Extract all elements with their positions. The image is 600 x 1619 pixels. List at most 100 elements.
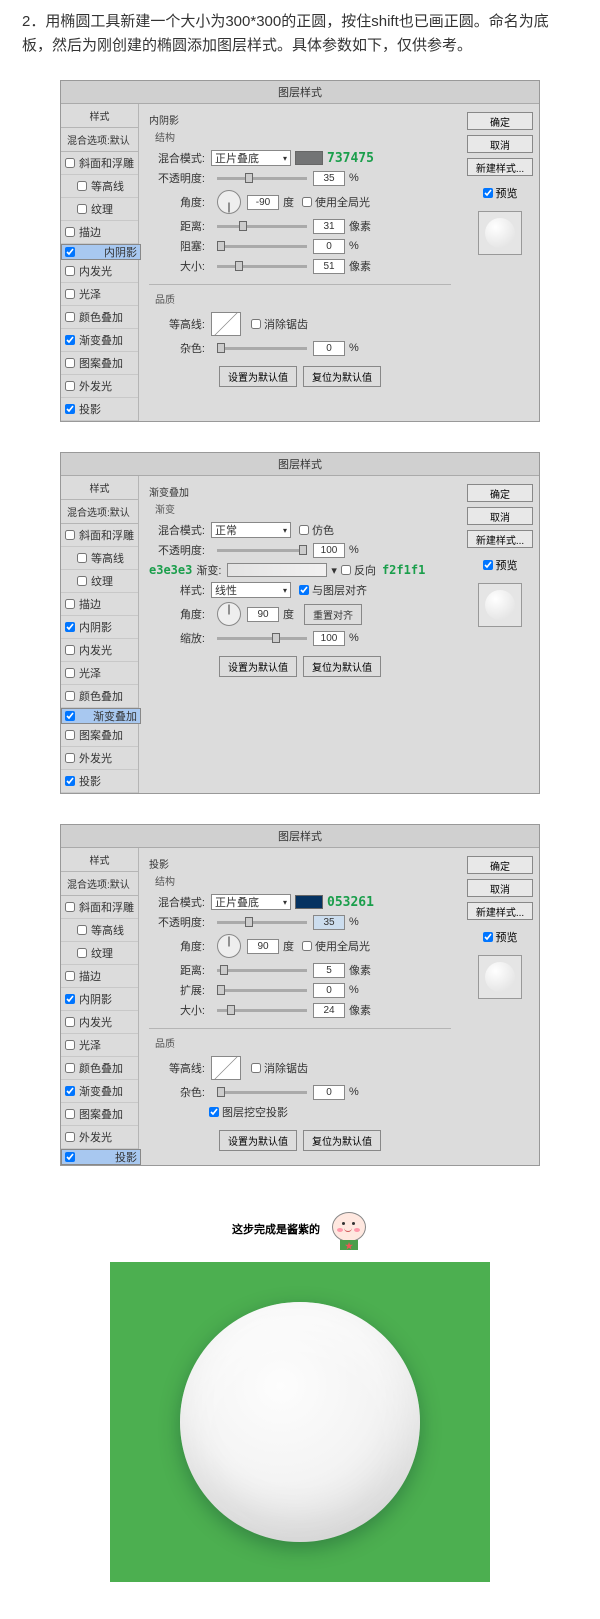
antialias-check[interactable] [251,1063,261,1073]
ok-button[interactable]: 确定 [467,112,533,130]
reset-default-button[interactable]: 复位为默认值 [303,1130,381,1151]
style-inner-shadow[interactable]: 内阴影 [61,244,141,260]
dither-check[interactable] [299,525,309,535]
style-texture[interactable]: 纹理 [61,570,138,593]
angle-dial[interactable] [217,602,241,626]
choke-input[interactable]: 0 [313,239,345,254]
opacity-slider[interactable] [217,177,307,180]
new-style-button[interactable]: 新建样式... [467,158,533,176]
style-outer-glow[interactable]: 外发光 [61,747,138,770]
styles-header[interactable]: 样式 [61,476,138,500]
noise-slider[interactable] [217,347,307,350]
contour-picker[interactable] [211,312,241,336]
style-satin[interactable]: 光泽 [61,283,138,306]
size-input[interactable]: 51 [313,259,345,274]
opacity-slider[interactable] [217,549,307,552]
style-gradient-overlay[interactable]: 渐变叠加 [61,708,141,724]
blend-mode-select[interactable]: 正常▾ [211,522,291,538]
style-bevel[interactable]: 斜面和浮雕 [61,896,138,919]
style-drop-shadow[interactable]: 投影 [61,1149,141,1165]
blend-options[interactable]: 混合选项:默认 [61,128,138,152]
size-slider[interactable] [217,1009,307,1012]
style-pattern-overlay[interactable]: 图案叠加 [61,1103,138,1126]
style-inner-shadow[interactable]: 内阴影 [61,616,138,639]
style-contour[interactable]: 等高线 [61,547,138,570]
size-slider[interactable] [217,265,307,268]
blend-options[interactable]: 混合选项:默认 [61,500,138,524]
style-contour[interactable]: 等高线 [61,919,138,942]
style-inner-glow[interactable]: 内发光 [61,639,138,662]
distance-input[interactable]: 5 [313,963,345,978]
style-inner-shadow[interactable]: 内阴影 [61,988,138,1011]
reset-default-button[interactable]: 复位为默认值 [303,656,381,677]
style-drop-shadow[interactable]: 投影 [61,398,138,421]
style-drop-shadow[interactable]: 投影 [61,770,138,793]
opacity-input[interactable]: 35 [313,915,345,930]
opacity-input[interactable]: 100 [313,543,345,558]
angle-input[interactable]: -90 [247,195,279,210]
style-gradient-overlay[interactable]: 渐变叠加 [61,1080,138,1103]
reset-default-button[interactable]: 复位为默认值 [303,366,381,387]
style-texture[interactable]: 纹理 [61,198,138,221]
angle-input[interactable]: 90 [247,939,279,954]
gradient-picker[interactable] [227,563,327,577]
preview-check[interactable] [483,560,493,570]
antialias-check[interactable] [251,319,261,329]
noise-input[interactable]: 0 [313,341,345,356]
spread-input[interactable]: 0 [313,983,345,998]
style-satin[interactable]: 光泽 [61,662,138,685]
angle-dial[interactable] [217,934,241,958]
cancel-button[interactable]: 取消 [467,879,533,897]
blend-mode-select[interactable]: 正片叠底▾ [211,894,291,910]
opacity-input[interactable]: 35 [313,171,345,186]
color-swatch[interactable] [295,151,323,165]
preview-check[interactable] [483,932,493,942]
cancel-button[interactable]: 取消 [467,507,533,525]
style-select[interactable]: 线性▾ [211,582,291,598]
distance-slider[interactable] [217,969,307,972]
knockout-check[interactable] [209,1107,219,1117]
ok-button[interactable]: 确定 [467,484,533,502]
global-light-check[interactable] [302,941,312,951]
style-stroke[interactable]: 描边 [61,593,138,616]
noise-slider[interactable] [217,1091,307,1094]
style-pattern-overlay[interactable]: 图案叠加 [61,724,138,747]
reverse-check[interactable] [341,565,351,575]
style-color-overlay[interactable]: 颜色叠加 [61,306,138,329]
blend-options[interactable]: 混合选项:默认 [61,872,138,896]
preview-check[interactable] [483,188,493,198]
angle-input[interactable]: 90 [247,607,279,622]
spread-slider[interactable] [217,989,307,992]
style-color-overlay[interactable]: 颜色叠加 [61,1057,138,1080]
distance-slider[interactable] [217,225,307,228]
noise-input[interactable]: 0 [313,1085,345,1100]
styles-header[interactable]: 样式 [61,848,138,872]
style-inner-glow[interactable]: 内发光 [61,1011,138,1034]
contour-picker[interactable] [211,1056,241,1080]
angle-dial[interactable] [217,190,241,214]
distance-input[interactable]: 31 [313,219,345,234]
style-outer-glow[interactable]: 外发光 [61,375,138,398]
set-default-button[interactable]: 设置为默认值 [219,1130,297,1151]
set-default-button[interactable]: 设置为默认值 [219,366,297,387]
style-inner-glow[interactable]: 内发光 [61,260,138,283]
cancel-button[interactable]: 取消 [467,135,533,153]
size-input[interactable]: 24 [313,1003,345,1018]
global-light-check[interactable] [302,197,312,207]
style-bevel[interactable]: 斜面和浮雕 [61,524,138,547]
style-gradient-overlay[interactable]: 渐变叠加 [61,329,138,352]
style-bevel[interactable]: 斜面和浮雕 [61,152,138,175]
new-style-button[interactable]: 新建样式... [467,902,533,920]
scale-input[interactable]: 100 [313,631,345,646]
color-swatch[interactable] [295,895,323,909]
ok-button[interactable]: 确定 [467,856,533,874]
scale-slider[interactable] [217,637,307,640]
blend-mode-select[interactable]: 正片叠底▾ [211,150,291,166]
style-pattern-overlay[interactable]: 图案叠加 [61,352,138,375]
opacity-slider[interactable] [217,921,307,924]
style-texture[interactable]: 纹理 [61,942,138,965]
style-satin[interactable]: 光泽 [61,1034,138,1057]
styles-header[interactable]: 样式 [61,104,138,128]
align-check[interactable] [299,585,309,595]
style-stroke[interactable]: 描边 [61,221,138,244]
